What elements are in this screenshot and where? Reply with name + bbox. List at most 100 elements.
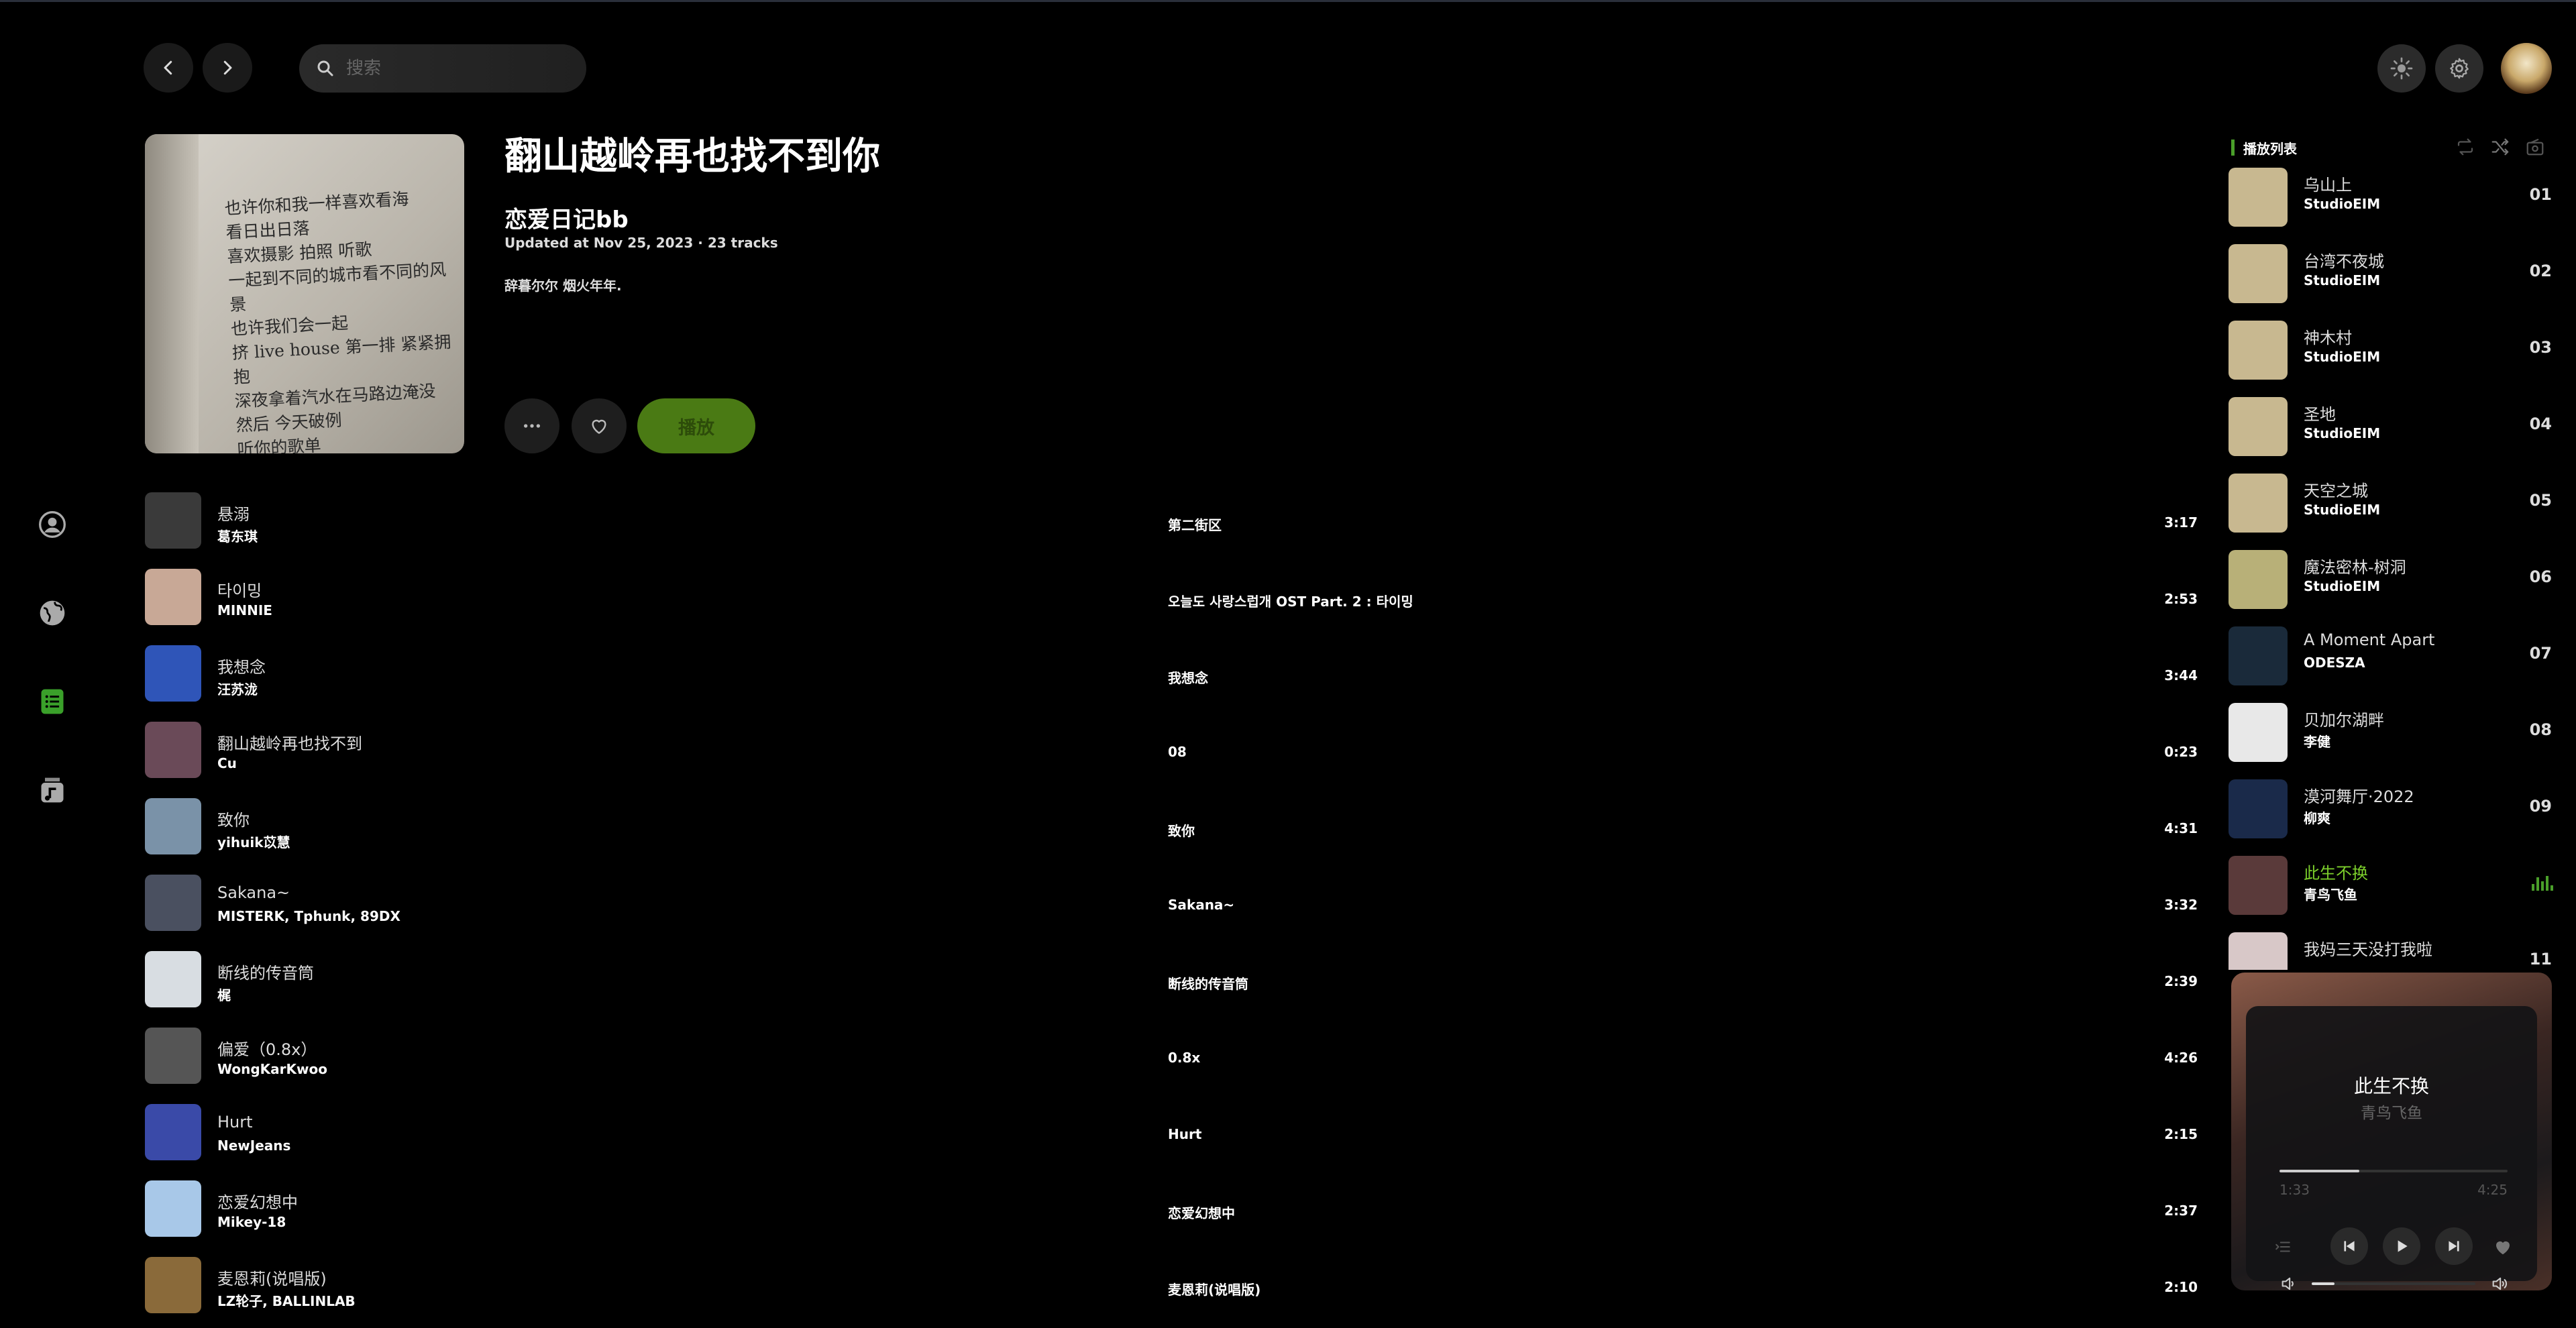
track-album[interactable]: Sakana~ [1168, 897, 1234, 913]
queue-item[interactable]: 我妈三天没打我啦 11 [2229, 926, 2553, 970]
previous-button[interactable] [2330, 1227, 2368, 1265]
track-artist[interactable]: yihuik苡慧 [217, 832, 290, 851]
track-artist[interactable]: NewJeans [217, 1138, 290, 1154]
track-artist[interactable]: 葛东琪 [217, 526, 258, 545]
track-cover [145, 569, 201, 625]
track-cover [145, 951, 201, 1007]
track-row[interactable]: 麦恩莉(说唱版) LZ轮子, BALLINLAB 麦恩莉(说唱版) 2:10 [145, 1252, 2198, 1328]
shuffle-icon[interactable] [2489, 137, 2512, 157]
avatar[interactable] [2501, 43, 2552, 94]
queue-item[interactable]: 贝加尔湖畔 李健 08 [2229, 696, 2553, 773]
search-input[interactable] [345, 58, 562, 79]
settings-button[interactable] [2435, 44, 2483, 93]
queue-item-artist: StudioEIM [2304, 196, 2381, 212]
track-name[interactable]: 麦恩莉(说唱版) [217, 1266, 327, 1289]
queue-item[interactable]: 漠河舞厅·2022 柳爽 09 [2229, 773, 2553, 849]
track-album[interactable]: 麦恩莉(说唱版) [1168, 1279, 1260, 1298]
like-current-button[interactable] [2493, 1237, 2513, 1257]
play-button[interactable]: 播放 [637, 398, 755, 453]
next-button[interactable] [2435, 1227, 2473, 1265]
track-artist[interactable]: 汪苏泷 [217, 679, 258, 698]
repeat-icon[interactable] [2454, 137, 2477, 157]
track-artist[interactable]: MISTERK, Tphunk, 89DX [217, 908, 400, 924]
more-button[interactable] [504, 398, 559, 453]
queue-item[interactable]: 圣地 StudioEIM 04 [2229, 390, 2553, 467]
track-album[interactable]: Hurt [1168, 1126, 1201, 1142]
track-duration: 2:39 [2164, 973, 2198, 989]
track-duration: 2:15 [2164, 1126, 2198, 1142]
total-time: 4:25 [2477, 1182, 2508, 1198]
queue-item-cover [2229, 779, 2288, 838]
queue-label: 播放列表 [2243, 141, 2297, 157]
track-row[interactable]: 断线的传音筒梶 断线的传音筒 2:39 [145, 946, 2198, 1022]
volume-max-button[interactable] [2490, 1274, 2509, 1290]
search-icon [317, 60, 333, 76]
track-row[interactable]: Sakana~ MISTERK, Tphunk, 89DX Sakana~ 3:32 [145, 869, 2198, 946]
track-album[interactable]: 恋爱幻想中 [1168, 1203, 1235, 1222]
queue-item[interactable]: 神木村 StudioEIM 03 [2229, 314, 2553, 390]
track-cover [145, 645, 201, 702]
track-name[interactable]: 致你 [217, 807, 250, 830]
queue-item-cover [2229, 932, 2288, 970]
track-album[interactable]: 致你 [1168, 820, 1195, 840]
track-album[interactable]: 断线的传音筒 [1168, 973, 1248, 993]
sidebar-item-account[interactable] [34, 506, 71, 543]
track-row[interactable]: 偏爱（0.8x） WongKarKwoo 0.8x 4:26 [145, 1022, 2198, 1099]
now-playing-title[interactable]: 此生不换 [2246, 1072, 2537, 1099]
queue-item-name: 我妈三天没打我啦 [2304, 940, 2432, 959]
theme-toggle-button[interactable] [2377, 44, 2426, 93]
track-artist[interactable]: LZ轮子, BALLINLAB [217, 1290, 356, 1310]
forward-button[interactable] [203, 43, 252, 93]
mute-button[interactable] [2279, 1274, 2298, 1290]
track-name[interactable]: 悬溺 [217, 501, 250, 524]
track-row[interactable]: 致你 yihuik苡慧 致你 4:31 [145, 793, 2198, 869]
playlist-creator[interactable]: 恋爱日记bb [504, 201, 629, 234]
queue-item[interactable]: 台湾不夜城 StudioEIM 02 [2229, 237, 2553, 314]
queue-item[interactable]: 此生不换 青鸟飞鱼 [2229, 849, 2553, 926]
play-pause-button[interactable] [2383, 1227, 2420, 1265]
progress-bar[interactable] [2279, 1170, 2508, 1172]
track-artist[interactable]: 梶 [217, 985, 231, 1004]
queue-item[interactable]: A Moment Apart ODESZA 07 [2229, 620, 2553, 696]
track-row[interactable]: 恋爱幻想中 Mikey-18 恋爱幻想中 2:37 [145, 1175, 2198, 1252]
queue-item[interactable]: 魔法密林-树洞 StudioEIM 06 [2229, 543, 2553, 620]
queue-item[interactable]: 天空之城 StudioEIM 05 [2229, 467, 2553, 543]
track-name[interactable]: 타이밍 [217, 577, 262, 601]
track-album[interactable]: 我想念 [1168, 667, 1208, 687]
track-artist[interactable]: MINNIE [217, 602, 272, 618]
track-name[interactable]: Sakana~ [217, 883, 290, 902]
track-row[interactable]: Hurt NewJeans Hurt 2:15 [145, 1099, 2198, 1175]
queue-toggle-button[interactable] [2271, 1238, 2294, 1256]
queue-item-name: 圣地 [2304, 405, 2336, 424]
radio-icon[interactable] [2524, 137, 2546, 157]
track-row[interactable]: 翻山越岭再也找不到 Cu 08 0:23 [145, 716, 2198, 793]
sidebar-item-library[interactable] [34, 683, 71, 720]
back-button[interactable] [144, 43, 193, 93]
track-cover [145, 875, 201, 931]
search-bar[interactable] [299, 44, 586, 93]
track-row[interactable]: 悬溺 葛东琪 第二街区 3:17 [145, 487, 2198, 563]
track-album[interactable]: 오늘도 사랑스럽개 OST Part. 2 : 타이밍 [1168, 591, 1413, 610]
track-name[interactable]: 偏爱（0.8x） [217, 1036, 317, 1060]
now-playing-artist[interactable]: 青鸟飞鱼 [2246, 1100, 2537, 1123]
sidebar-item-local-music[interactable] [34, 771, 71, 809]
track-album[interactable]: 0.8x [1168, 1050, 1200, 1066]
track-row[interactable]: 我想念 汪苏泷 我想念 3:44 [145, 640, 2198, 716]
track-duration: 3:32 [2164, 897, 2198, 913]
queue-item[interactable]: 乌山上 StudioEIM 01 [2229, 161, 2553, 237]
volume-slider[interactable] [2312, 1282, 2475, 1285]
track-name[interactable]: 我想念 [217, 654, 266, 677]
track-artist[interactable]: Mikey-18 [217, 1214, 286, 1230]
track-name[interactable]: Hurt [217, 1113, 253, 1131]
track-name[interactable]: 断线的传音筒 [217, 960, 314, 983]
like-button[interactable] [572, 398, 627, 453]
track-album[interactable]: 08 [1168, 744, 1187, 760]
track-name[interactable]: 翻山越岭再也找不到 [217, 730, 362, 754]
track-row[interactable]: 타이밍 MINNIE 오늘도 사랑스럽개 OST Part. 2 : 타이밍 2:53 [145, 563, 2198, 640]
track-album[interactable]: 第二街区 [1168, 514, 1222, 534]
track-artist[interactable]: WongKarKwoo [217, 1061, 327, 1077]
track-artist[interactable]: Cu [217, 755, 237, 771]
sidebar-item-explore[interactable] [34, 594, 71, 632]
track-cover [145, 492, 201, 549]
track-name[interactable]: 恋爱幻想中 [217, 1189, 298, 1213]
